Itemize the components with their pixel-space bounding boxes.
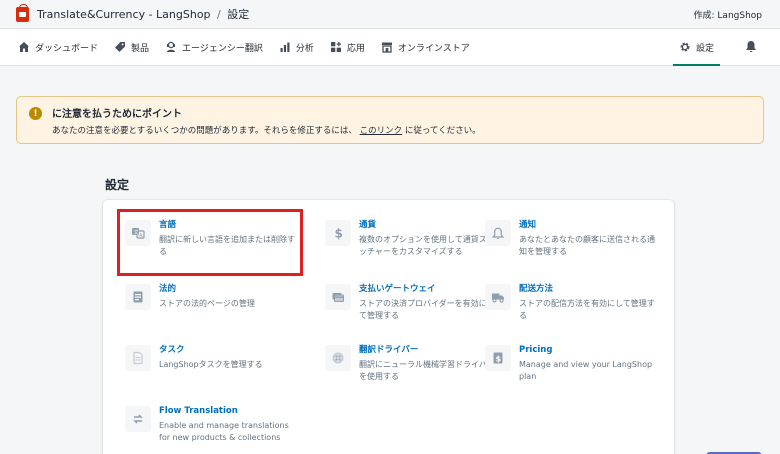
setting-name: 支払いゲートウェイ (359, 284, 436, 294)
setting-name: Flow Translation (159, 406, 238, 416)
nav-label: 設定 (695, 43, 714, 54)
nav-item-online-store[interactable]: オンラインストア (373, 28, 478, 66)
nav-item-analytics[interactable]: 分析 (271, 28, 322, 66)
setting-payment-gateway[interactable]: 支払いゲートウェイ ストアの決済プロバイダーを有効にして管理する (325, 284, 495, 322)
breadcrumb-current: 設定 (227, 8, 250, 21)
setting-desc: 翻訳にニューラル機械学習ドライバーを使用する (359, 360, 495, 381)
nav-item-agency-translation[interactable]: エージェンシー翻訳 (157, 28, 271, 66)
setting-desc: あなたとあなたの顧客に送信される通知を管理する (519, 235, 655, 256)
nav-right: 設定 (671, 28, 780, 66)
nav-item-settings[interactable]: 設定 (671, 28, 722, 66)
truck-icon (485, 284, 511, 310)
setting-legal[interactable]: 法的 ストアの法的ページの管理 (125, 284, 295, 310)
top-bar: Translate&Currency - LangShop / 設定 作成: L… (0, 0, 780, 28)
setting-tasks[interactable]: タスク LangShopタスクを管理する (125, 345, 295, 371)
task-icon (125, 345, 151, 371)
nav-item-apps[interactable]: 応用 (322, 28, 373, 66)
main-nav: ダッシュボード 製品 エージェンシー翻訳 分析 応用 オンラインストア 設定 (0, 28, 780, 66)
legal-icon (125, 284, 151, 310)
banner-content: に注意を払うためにポイント あなたの注意を必要とするいくつかの問題があります。そ… (52, 105, 481, 143)
setting-translation-drivers[interactable]: 翻訳ドライバー 翻訳にニューラル機械学習ドライバーを使用する (325, 345, 495, 383)
svg-text:$: $ (335, 227, 343, 241)
banner-text-after: に従ってください。 (404, 126, 481, 136)
banner-text-before: あなたの注意を必要とするいくつかの問題があります。それらを修正するには、 (52, 126, 357, 136)
setting-name: 通貨 (359, 220, 377, 230)
nav-label: 分析 (295, 43, 314, 54)
setting-name: 翻訳ドライバー (359, 345, 419, 355)
bell-icon (485, 220, 511, 246)
setting-desc: ストアの決済プロバイダーを有効にして管理する (359, 299, 495, 320)
banner-text: あなたの注意を必要とするいくつかの問題があります。それらを修正するには、 このリ… (52, 124, 481, 136)
setting-desc: ストアの配信方法を有効にして管理する (519, 299, 655, 320)
home-icon (18, 41, 30, 53)
setting-desc: Manage and view your LangShop plan (519, 360, 653, 381)
nav-label: ダッシュボード (35, 43, 99, 54)
gear-icon (679, 41, 691, 53)
bell-icon (745, 38, 757, 57)
breadcrumb-app-title[interactable]: Translate&Currency - LangShop (37, 8, 211, 21)
setting-name: タスク (159, 345, 185, 355)
page-title: 設定 (105, 178, 130, 192)
author-label: 作成: LangShop (693, 10, 762, 21)
payment-icon (325, 284, 351, 310)
selection-highlight (117, 209, 303, 276)
dollar-icon: $ (325, 220, 351, 246)
setting-desc: Enable and manage translations for new p… (159, 421, 289, 442)
notifications-button[interactable] (736, 38, 766, 57)
setting-name: 配送方法 (519, 284, 554, 294)
breadcrumb: Translate&Currency - LangShop / 設定 (37, 6, 249, 22)
attention-banner: ! に注意を払うためにポイント あなたの注意を必要とするいくつかの問題があります… (16, 96, 764, 144)
setting-desc: ストアの法的ページの管理 (159, 299, 255, 308)
setting-shipping-methods[interactable]: 配送方法 ストアの配信方法を有効にして管理する (485, 284, 655, 322)
agent-icon (165, 41, 177, 53)
flow-icon (125, 406, 151, 432)
nav-item-dashboard[interactable]: ダッシュボード (10, 28, 106, 66)
apps-icon (330, 41, 342, 53)
setting-desc: LangShopタスクを管理する (159, 360, 263, 369)
svg-text:$: $ (496, 355, 502, 364)
breadcrumb-separator: / (217, 8, 221, 21)
nav-label: エージェンシー翻訳 (182, 43, 263, 54)
pricing-icon: $ (485, 345, 511, 371)
nav-label: 応用 (346, 43, 365, 54)
setting-notifications[interactable]: 通知 あなたとあなたの顧客に送信される通知を管理する (485, 220, 655, 258)
setting-flow-translation[interactable]: Flow Translation Enable and manage trans… (125, 406, 295, 444)
banner-link[interactable]: このリンク (360, 126, 403, 136)
setting-name: 法的 (159, 284, 177, 294)
nav-label: 製品 (131, 43, 150, 54)
langshop-logo-icon (16, 3, 29, 22)
setting-name: Pricing (519, 345, 553, 355)
driver-icon (325, 345, 351, 371)
setting-desc: 複数のオプションを使用して通貨スイッチャーをカスタマイズする (359, 235, 495, 256)
banner-title: に注意を払うためにポイント (52, 109, 182, 120)
tag-icon (114, 41, 126, 53)
store-icon (381, 41, 393, 53)
nav-label: オンラインストア (397, 43, 470, 54)
setting-pricing[interactable]: $ Pricing Manage and view your LangShop … (485, 345, 655, 383)
setting-currency[interactable]: $ 通貨 複数のオプションを使用して通貨スイッチャーをカスタマイズする (325, 220, 495, 258)
nav-item-products[interactable]: 製品 (106, 28, 157, 66)
setting-name: 通知 (519, 220, 537, 230)
warning-icon: ! (29, 107, 42, 120)
bar-chart-icon (279, 41, 291, 53)
